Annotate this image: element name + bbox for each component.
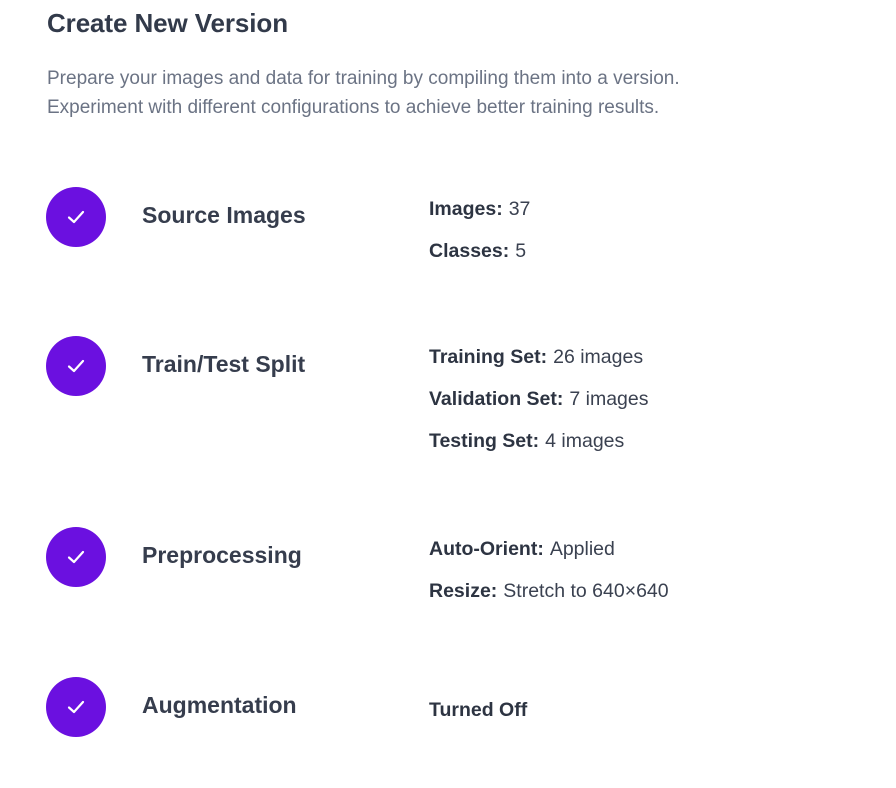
detail-row: Training Set: 26 images bbox=[429, 336, 648, 378]
step-title: Train/Test Split bbox=[142, 351, 306, 377]
detail-row: Validation Set: 7 images bbox=[429, 378, 648, 420]
check-icon bbox=[67, 210, 85, 224]
check-icon bbox=[67, 700, 85, 714]
step-complete-check bbox=[46, 336, 106, 396]
detail-value: 4 images bbox=[545, 430, 625, 452]
check-icon bbox=[67, 550, 85, 564]
step-details: Images: 37 Classes: 5 bbox=[429, 188, 530, 272]
page-title: Create New Version bbox=[47, 8, 288, 38]
step-complete-check bbox=[46, 527, 106, 587]
augmentation-status: Turned Off bbox=[429, 699, 528, 721]
step-complete-check bbox=[46, 677, 106, 737]
detail-row: Auto-Orient: Applied bbox=[429, 528, 669, 570]
detail-value: 37 bbox=[508, 198, 531, 220]
detail-value: 5 bbox=[515, 240, 527, 262]
step-title: Preprocessing bbox=[142, 542, 302, 568]
detail-key: Training Set: bbox=[429, 346, 548, 368]
detail-row: Images: 37 bbox=[429, 188, 530, 230]
detail-row: Classes: 5 bbox=[429, 230, 530, 272]
step-complete-check bbox=[46, 187, 106, 247]
description-line: Experiment with different configurations… bbox=[47, 97, 660, 118]
check-icon bbox=[67, 359, 85, 373]
step-details: Training Set: 26 images Validation Set: 7 … bbox=[429, 336, 648, 462]
detail-row: Testing Set: 4 images bbox=[429, 420, 648, 462]
step-details: Auto-Orient: Applied Resize: Stretch to 64… bbox=[429, 528, 669, 612]
detail-value: 26 images bbox=[553, 346, 644, 368]
detail-key: Validation Set: bbox=[429, 388, 564, 410]
step-title: Source Images bbox=[142, 202, 306, 228]
detail-value: Stretch to 640×640 bbox=[503, 580, 669, 602]
detail-value: Applied bbox=[549, 538, 615, 560]
detail-key: Images: bbox=[429, 198, 503, 220]
detail-key: Resize: bbox=[429, 580, 498, 602]
description-line: Prepare your images and data for trainin… bbox=[47, 68, 680, 89]
detail-key: Classes: bbox=[429, 240, 510, 262]
step-title: Augmentation bbox=[142, 692, 297, 718]
detail-value: 7 images bbox=[569, 388, 649, 410]
page-description: Prepare your images and data for trainin… bbox=[47, 64, 867, 122]
detail-key: Testing Set: bbox=[429, 430, 540, 452]
detail-row: Resize: Stretch to 640×640 bbox=[429, 570, 669, 612]
detail-key: Auto-Orient: bbox=[429, 538, 544, 560]
